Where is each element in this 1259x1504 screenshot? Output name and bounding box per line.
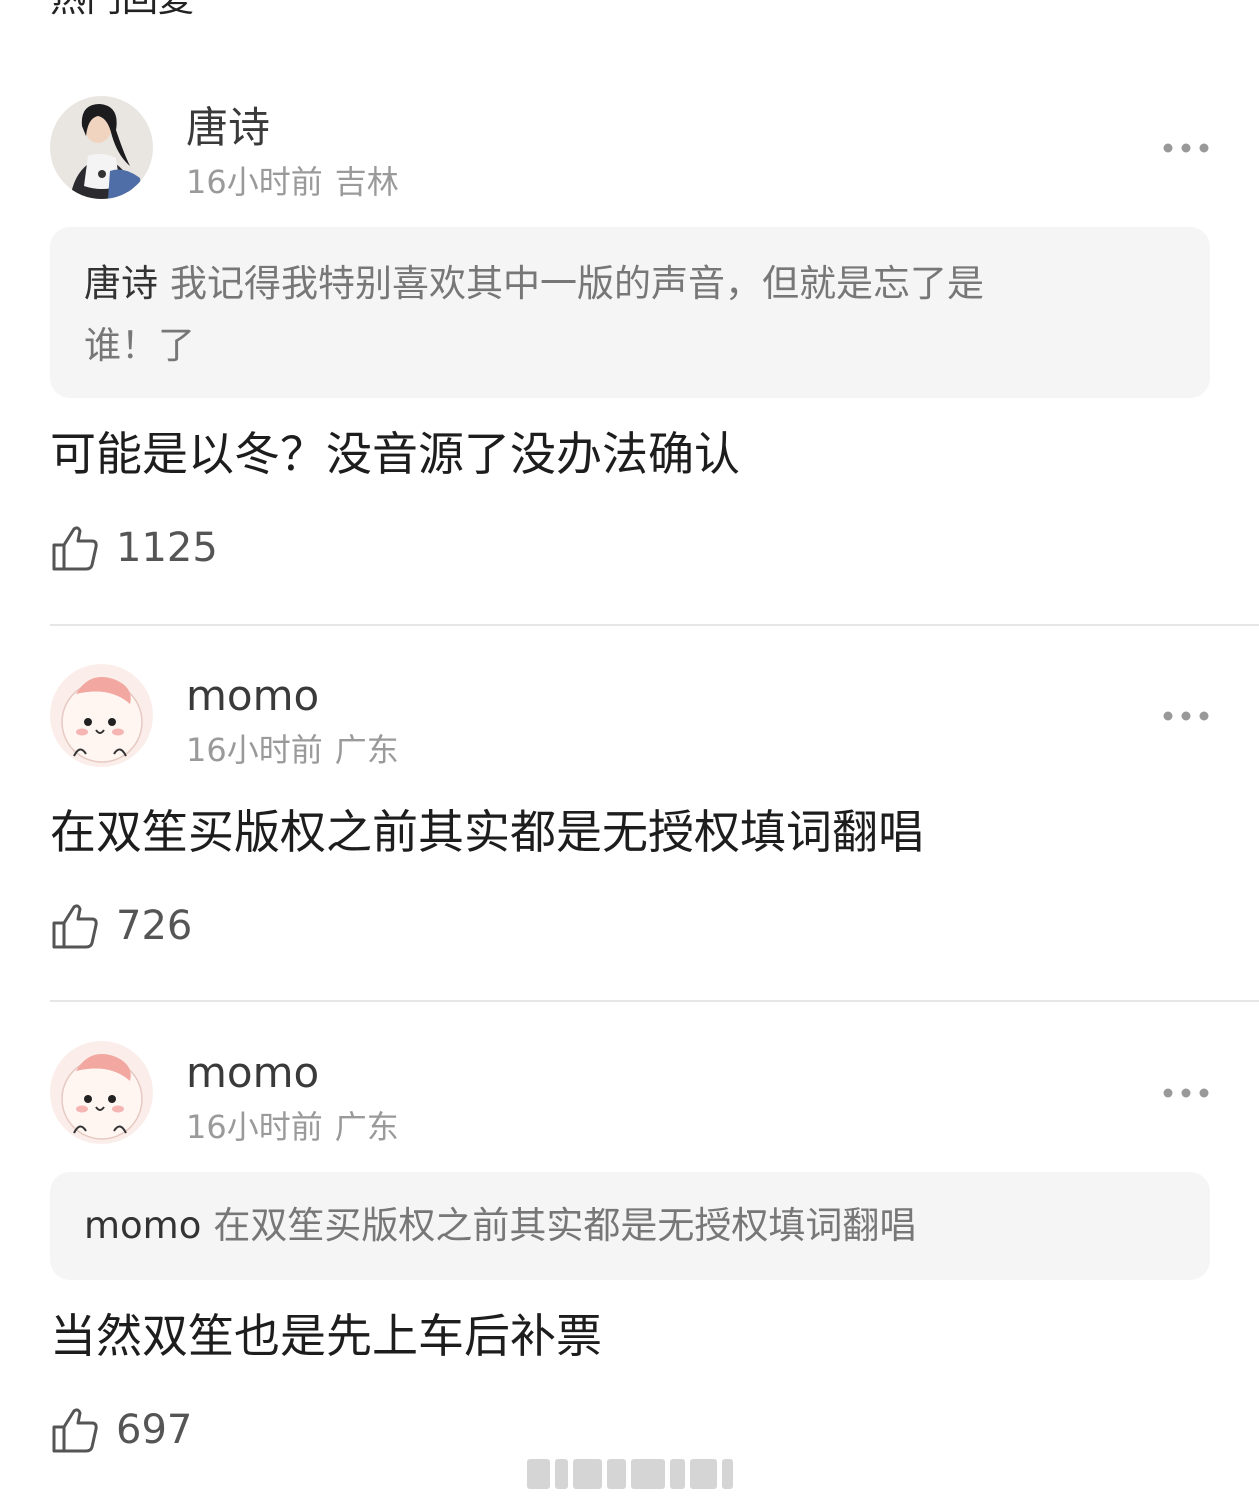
comment-item: momo 16小时前 广东 在双笙买版权之前其实都是无授权填词翻唱 726 [50, 664, 1210, 974]
watermark-strip [527, 1459, 733, 1489]
like-button[interactable]: 726 [50, 898, 192, 954]
divider [50, 624, 1259, 626]
more-dots-icon [1163, 143, 1209, 153]
comment-text: 当然双笙也是先上车后补票 [50, 1309, 602, 1363]
comment-meta: 16小时前 吉林 [186, 162, 399, 202]
more-dots-icon [1163, 1088, 1209, 1098]
username[interactable]: momo [186, 1047, 319, 1099]
comment-location: 吉林 [334, 163, 399, 201]
username[interactable]: momo [186, 670, 319, 722]
comment-time: 16小时前 [186, 731, 323, 769]
quoted-text: 我记得我特别喜欢其中一版的声音，但就是忘了是 [170, 262, 984, 305]
comment-location: 广东 [334, 731, 399, 769]
quoted-text-line2: 谁！了 [84, 324, 195, 367]
like-count: 726 [116, 903, 193, 949]
avatar[interactable] [50, 96, 153, 199]
more-options-button[interactable] [1162, 140, 1210, 156]
quoted-username: 唐诗 [84, 262, 158, 305]
like-count: 1125 [116, 525, 218, 571]
more-dots-icon [1163, 711, 1209, 721]
quoted-reply[interactable]: 唐诗 我记得我特别喜欢其中一版的声音，但就是忘了是 谁！了 [50, 227, 1210, 398]
like-button[interactable]: 697 [50, 1402, 192, 1458]
avatar[interactable] [50, 664, 153, 767]
quoted-username: momo [84, 1204, 202, 1247]
like-button[interactable]: 1125 [50, 520, 218, 576]
thumbs-up-icon [52, 526, 98, 571]
username[interactable]: 唐诗 [186, 102, 270, 154]
more-options-button[interactable] [1162, 708, 1210, 724]
quoted-text: 在双笙买版权之前其实都是无授权填词翻唱 [213, 1204, 917, 1247]
avatar[interactable] [50, 1041, 153, 1144]
comment-meta: 16小时前 广东 [186, 1107, 399, 1147]
like-count: 697 [116, 1407, 193, 1453]
comment-time: 16小时前 [186, 1108, 323, 1146]
comment-location: 广东 [334, 1108, 399, 1146]
divider [50, 1000, 1259, 1002]
quoted-reply-line: 唐诗 我记得我特别喜欢其中一版的声音，但就是忘了是 [84, 253, 1176, 315]
comment-text: 在双笙买版权之前其实都是无授权填词翻唱 [50, 805, 924, 859]
thumbs-up-icon [52, 904, 98, 949]
comment-item: 唐诗 16小时前 吉林 唐诗 我记得我特别喜欢其中一版的声音，但就是忘了是 谁！了 … [50, 96, 1210, 596]
comment-meta: 16小时前 广东 [186, 730, 399, 770]
thumbs-up-icon [52, 1408, 98, 1453]
section-title: 热门回复 [50, 0, 194, 22]
more-options-button[interactable] [1162, 1085, 1210, 1101]
comment-item: momo 16小时前 广东 momo 在双笙买版权之前其实都是无授权填词翻唱 当然双… [50, 1041, 1210, 1461]
quoted-reply[interactable]: momo 在双笙买版权之前其实都是无授权填词翻唱 [50, 1172, 1210, 1280]
comment-time: 16小时前 [186, 163, 323, 201]
comment-text: 可能是以冬？没音源了没办法确认 [50, 427, 740, 481]
